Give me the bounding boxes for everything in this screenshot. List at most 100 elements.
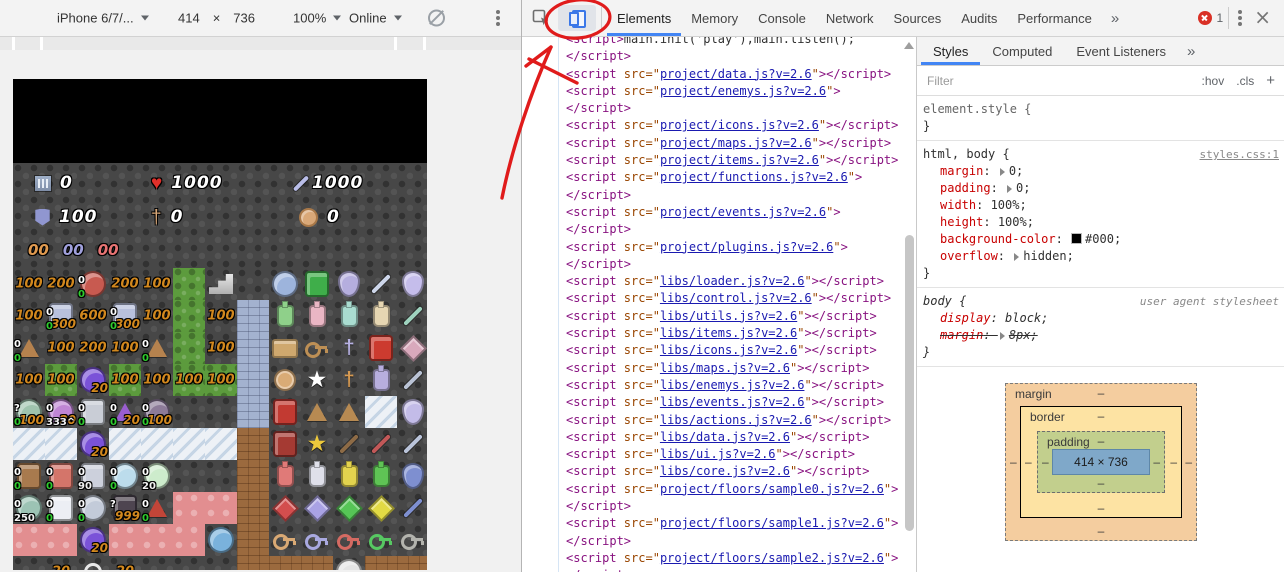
viewport-dimensions: 414 × 736 [178,11,255,26]
game-map[interactable]: 1002000020010010030000600300001001000010… [13,268,427,570]
script-src-link[interactable]: project/enemys.js?v=2.6 [660,84,826,98]
map-tile: 00 [45,492,77,524]
close-devtools-button[interactable]: × [1246,5,1279,31]
styles-tab-styles[interactable]: Styles [921,38,980,65]
script-src-link[interactable]: libs/items.js?v=2.6 [660,326,797,340]
css-property[interactable]: margin: 8px; [923,327,1279,344]
scrollbar-up-arrow-icon[interactable] [904,42,914,49]
map-tile [45,524,77,556]
devtools-tab-elements[interactable]: Elements [607,1,681,36]
border-top-value: – [1098,409,1105,423]
scrollbar-thumb[interactable] [905,235,914,531]
script-src-link[interactable]: libs/loader.js?v=2.6 [660,274,805,288]
hud-stat-def: 100 [35,207,98,227]
script-src-link[interactable]: project/functions.js?v=2.6 [660,170,848,184]
sprite-bar [403,306,423,326]
script-src-link[interactable]: libs/icons.js?v=2.6 [660,343,797,357]
color-swatch-icon[interactable] [1071,233,1082,244]
styles-more-tabs-button[interactable]: » [1178,43,1204,60]
script-src-link[interactable]: libs/enemys.js?v=2.6 [660,378,805,392]
rotate-viewport-button[interactable] [428,10,445,27]
script-src-link[interactable]: libs/actions.js?v=2.6 [660,413,812,427]
css-property[interactable]: display: block; [923,310,1279,327]
atk-icon [293,175,309,191]
zoom-select[interactable]: 100% [293,11,341,26]
css-property[interactable]: overflow: hidden; [923,248,1279,265]
damage-number: 200 [111,277,138,292]
script-src-link[interactable]: libs/utils.js?v=2.6 [660,309,797,323]
enemy-badge: 0 [78,499,85,510]
hud-value: 1000 [171,173,222,193]
inspect-element-button[interactable] [528,5,554,31]
script-src-link[interactable]: project/icons.js?v=2.6 [660,118,819,132]
expand-arrow-icon[interactable] [1014,253,1019,261]
script-src-link[interactable]: project/items.js?v=2.6 [660,153,819,167]
css-property[interactable]: background-color: #000; [923,231,1279,248]
sprite-bottle [309,305,326,327]
console-error-counter[interactable]: 1 [1198,11,1224,25]
viewport-height-input[interactable]: 736 [233,11,255,26]
styles-tab-event-listeners[interactable]: Event Listeners [1064,38,1178,65]
expand-arrow-icon[interactable] [1000,168,1005,176]
hud-stat-floor: 0 [35,173,73,193]
viewport-width-input[interactable]: 414 [178,11,200,26]
map-tile [397,492,427,524]
script-src-link[interactable]: libs/control.js?v=2.6 [660,291,812,305]
script-src-link[interactable]: project/floors/sample2.js?v=2.6 [660,551,884,565]
damage-number: 100 [15,373,42,388]
stylesheet-source-link[interactable]: styles.css:1 [1200,146,1279,163]
dom-tree-line: <script src="project/data.js?v=2.6"></sc… [566,66,916,83]
script-src-link[interactable]: project/plugins.js?v=2.6 [660,240,833,254]
dom-tree: <script>main.init('play'),main.listen();… [522,37,916,572]
map-tile: 100 [13,268,45,300]
stylesheet-source-link[interactable]: user agent stylesheet [1140,293,1279,310]
new-style-rule-button[interactable]: + [1266,72,1275,89]
css-property[interactable]: height: 100%; [923,214,1279,231]
sprite-scroll [272,339,298,358]
device-select[interactable]: iPhone 6/7/... [57,11,149,26]
css-property[interactable]: padding: 0; [923,180,1279,197]
script-src-link[interactable]: project/events.js?v=2.6 [660,205,826,219]
toggle-device-toolbar-button[interactable] [558,5,596,31]
css-property[interactable]: width: 100%; [923,197,1279,214]
enemy-badge: ? [14,403,20,414]
devtools-tab-audits[interactable]: Audits [951,1,1007,36]
script-src-link[interactable]: project/floors/sample1.js?v=2.6 [660,516,884,530]
enemy-badge-green: 0 [110,321,117,332]
styles-tab-computed[interactable]: Computed [980,38,1064,65]
map-tile [205,556,237,570]
dom-tree-line: </script> [566,100,916,117]
expand-arrow-icon[interactable] [1000,332,1005,340]
script-src-link[interactable]: project/data.js?v=2.6 [660,67,812,81]
gold-icon [299,208,318,227]
devtools-tab-console[interactable]: Console [748,1,816,36]
hud-value: 0 [60,173,73,193]
devtools-tab-performance[interactable]: Performance [1007,1,1101,36]
script-src-link[interactable]: libs/data.js?v=2.6 [660,430,790,444]
devtools-menu-button[interactable] [1234,5,1246,31]
device-select-label: iPhone 6/7/... [57,11,134,26]
toggle-class-button[interactable]: .cls [1236,74,1254,88]
expand-arrow-icon[interactable] [1007,185,1012,193]
script-src-link[interactable]: libs/ui.js?v=2.6 [660,447,776,461]
map-tile [141,556,173,570]
damage-number: 20 [123,413,140,427]
game-viewport[interactable]: 0♥10001000100†00000000 10020000200100100… [13,79,427,570]
script-src-link[interactable]: project/floors/sample0.js?v=2.6 [660,482,884,496]
throttling-select[interactable]: Online [349,11,402,26]
css-property[interactable]: margin: 0; [923,163,1279,180]
device-toolbar-menu-button[interactable] [496,16,500,20]
more-tabs-button[interactable]: » [1102,10,1128,27]
toggle-hover-state-button[interactable]: :hov [1202,74,1225,88]
script-src-link[interactable]: libs/core.js?v=2.6 [660,464,790,478]
devtools-tab-sources[interactable]: Sources [884,1,952,36]
script-src-link[interactable]: project/maps.js?v=2.6 [660,136,812,150]
script-src-link[interactable]: libs/events.js?v=2.6 [660,395,805,409]
filter-input[interactable]: Filter [927,74,954,88]
devtools-tab-network[interactable]: Network [816,1,884,36]
script-src-link[interactable]: libs/maps.js?v=2.6 [660,361,790,375]
devtools-tab-memory[interactable]: Memory [681,1,748,36]
box-model-diagram[interactable]: margin – – – – border – – – – padding [1005,383,1197,541]
enemy-badge: 0 [142,467,149,478]
key-count: 00 [98,241,119,259]
